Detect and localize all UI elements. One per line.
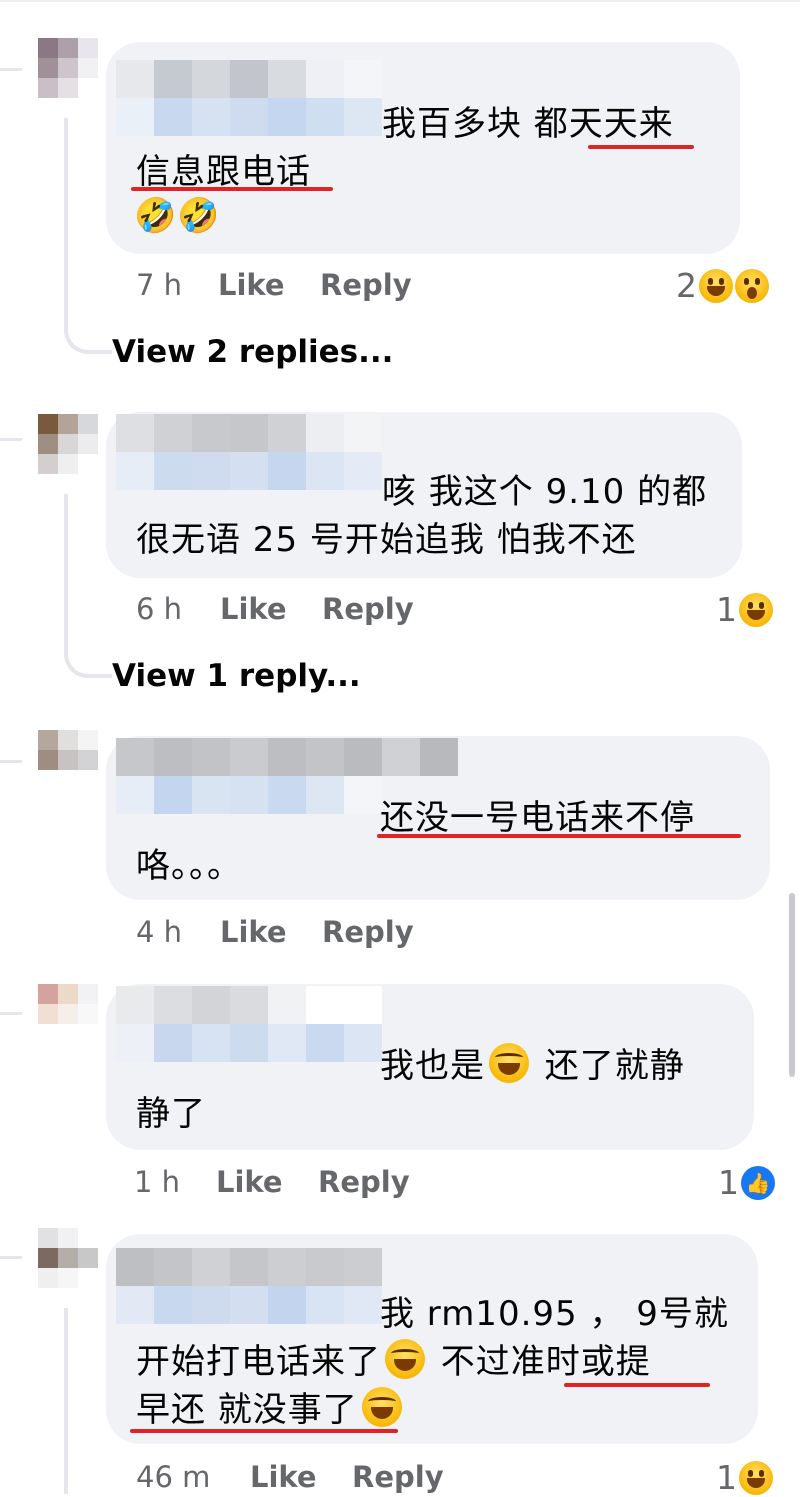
view-replies-link[interactable]: View 2 replies... [112,334,393,370]
highlight-underline [130,1429,398,1433]
thread-curve [64,300,112,354]
highlight-underline [377,834,741,838]
laughing-tears-emoji [385,1339,425,1379]
comment-text: 很无语 25 号开始追我 怕我不还 [136,520,637,560]
reaction-count: 1 [716,1458,737,1497]
thread-line [64,1308,68,1494]
comment-timestamp: 6 h [136,592,183,626]
comment-text: 我 rm10.95 ， 9号就 [380,1294,729,1334]
comment-text: 我百多块 都天天来 [382,104,674,144]
commenter-name[interactable] [116,60,382,136]
commenter-name[interactable] [116,414,382,490]
comment-text-part: 还了就静 [533,1046,685,1086]
thread-connector [0,760,22,763]
avatar[interactable] [38,730,98,790]
comment-timestamp: 46 m [136,1460,211,1494]
like-button[interactable]: Like [218,268,285,302]
reaction-count: 1 [716,590,737,629]
reply-button[interactable]: Reply [322,915,414,949]
like-button[interactable]: Like [220,915,287,949]
highlight-underline [131,187,333,191]
laughing-tears-emoji [361,1387,402,1427]
reaction-count: 1 [718,1163,739,1202]
haha-icon [699,268,733,303]
reaction-summary[interactable]: 1 [716,1458,773,1497]
comment-text-part: 开始打电话来了 [136,1342,381,1382]
thread-connector [0,438,22,441]
view-replies-link[interactable]: View 1 reply... [112,658,361,694]
haha-icon [739,592,773,627]
reply-button[interactable]: Reply [320,268,412,302]
like-button[interactable]: Like [216,1165,283,1199]
top-divider [0,0,800,2]
thread-line [64,118,68,318]
reply-button[interactable]: Reply [318,1165,410,1199]
comment-text-part: 早还 就没事了 [136,1390,358,1430]
scrollbar[interactable] [789,893,795,1077]
comment-text-part: 我也是 [380,1046,485,1086]
highlight-underline [564,1383,710,1387]
reply-button[interactable]: Reply [352,1460,444,1494]
comment-text: 开始打电话来了 不过准时或提 [136,1338,651,1386]
haha-icon [739,1460,773,1495]
comment-text: 静了 [136,1094,206,1134]
laughing-tears-emoji [489,1043,529,1083]
like-icon: 👍 [741,1165,775,1200]
like-button[interactable]: Like [220,592,287,626]
thread-line [64,494,68,642]
avatar[interactable] [38,984,98,1044]
commenter-name[interactable] [116,1248,382,1324]
comment-timestamp: 1 h [134,1165,181,1199]
comment-timestamp: 4 h [136,915,183,949]
comment-text-part: 不过准时或提 [429,1342,651,1382]
like-button[interactable]: Like [250,1460,317,1494]
thread-connector [0,68,22,71]
thread-connector [0,1012,22,1015]
comment-text: 早还 就没事了 [136,1386,406,1434]
comment-text: 我也是 还了就静 [380,1042,685,1090]
reaction-count: 2 [676,266,697,305]
commenter-name[interactable] [116,986,382,1062]
reaction-summary[interactable]: 1 [716,590,773,629]
avatar[interactable] [38,1228,98,1288]
comment-text: 咯。。。 [136,846,242,886]
wow-icon [735,268,769,303]
avatar[interactable] [38,38,98,98]
reaction-summary[interactable]: 2 [676,266,769,305]
reaction-summary[interactable]: 1 👍 [718,1163,775,1202]
comment-timestamp: 7 h [136,268,183,302]
comment-text: 咳 我这个 9.10 的都 [382,472,708,512]
thread-connector [0,1256,22,1259]
highlight-underline [588,145,694,149]
avatar[interactable] [38,414,98,474]
reply-button[interactable]: Reply [322,592,414,626]
comment-emoji-text: 🤣🤣 [134,196,221,236]
thread-curve [64,622,112,678]
